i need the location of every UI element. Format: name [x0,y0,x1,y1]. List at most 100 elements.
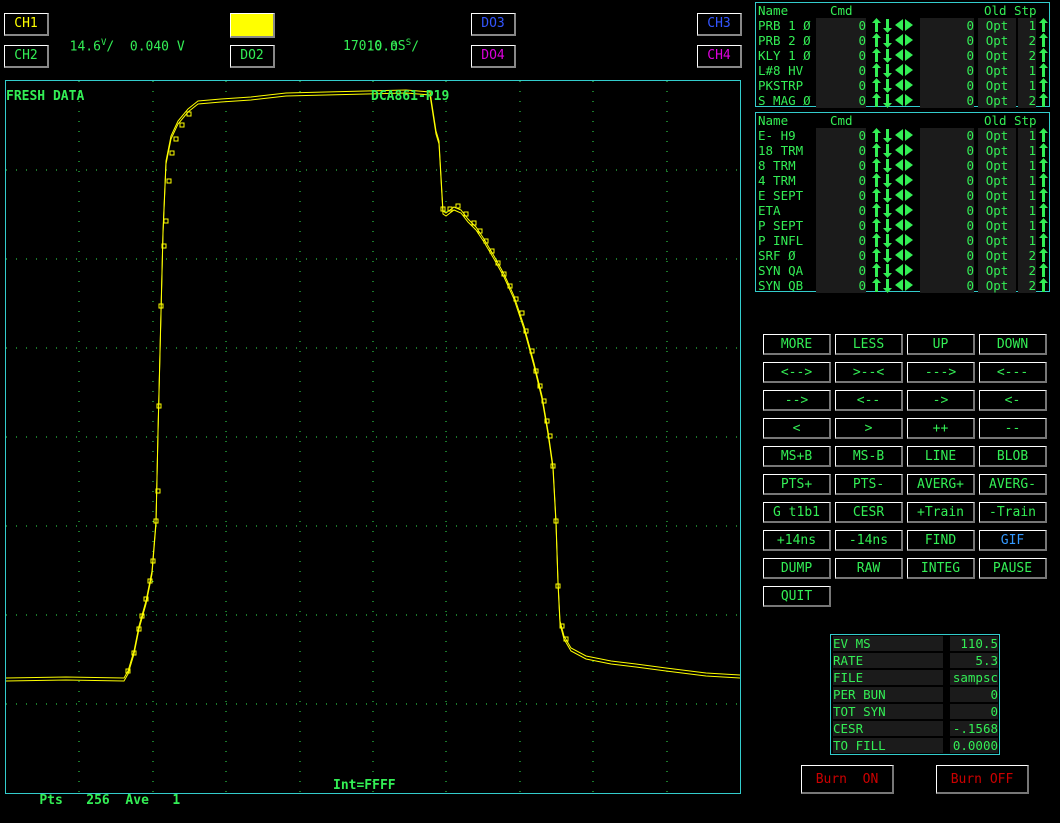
btn-minusgt-2-2[interactable]: -> [907,390,975,411]
btn-ltminusminusgt-1-0[interactable]: <--> [763,362,831,383]
knob-type-text[interactable]: Opt [978,128,1016,143]
knob-row[interactable]: SYN QB 0 0 Opt 2 [756,278,1049,293]
knob-type-text[interactable]: Opt [978,278,1016,293]
decrement-arrow-icon[interactable] [883,94,892,111]
knob-row[interactable]: SRF Ø 0 0 Opt 2 [756,248,1049,263]
step-left-icon[interactable] [895,93,903,110]
do4-button[interactable]: DO4 [471,45,516,68]
knob-cmd-value[interactable]: 0 [816,203,866,218]
knob-type-text[interactable]: Opt [978,203,1016,218]
knob-row[interactable]: KLY 1 Ø 0 0 Opt 2 [756,48,1049,63]
ch2-button[interactable]: CH2 [4,45,49,68]
btn-gt1b1-6-0[interactable]: G t1b1 [763,502,831,523]
knob-row[interactable]: 8 TRM 0 0 Opt 1 [756,158,1049,173]
knob-step-size[interactable]: 1 [1018,188,1036,203]
knob-cmd-value[interactable]: 0 [816,128,866,143]
knob-step-size[interactable]: 2 [1018,33,1036,48]
btn-msplusb-4-0[interactable]: MS+B [763,446,831,467]
do2-button[interactable]: DO2 [230,45,275,68]
btn-gif-7-3[interactable]: GIF [979,530,1047,551]
knob-type-text[interactable]: Opt [978,143,1016,158]
knob-type-text[interactable]: Opt [978,93,1016,108]
decrement-arrow-icon[interactable] [883,279,892,296]
btn-ptsplus-5-0[interactable]: PTS+ [763,474,831,495]
btn-ptsminus-5-1[interactable]: PTS- [835,474,903,495]
btn-blob-4-3[interactable]: BLOB [979,446,1047,467]
knob-cmd-value[interactable]: 0 [816,173,866,188]
step-right-icon[interactable] [905,93,913,110]
knob-type-text[interactable]: Opt [978,248,1016,263]
knob-step-size[interactable]: 1 [1018,18,1036,33]
knob-row[interactable]: ETA 0 0 Opt 1 [756,203,1049,218]
knob-row[interactable]: P INFL 0 0 Opt 1 [756,233,1049,248]
knob-cmd-value[interactable]: 0 [816,18,866,33]
btn-lt-3-0[interactable]: < [763,418,831,439]
increment-arrow-icon[interactable] [872,278,881,295]
knob-type-text[interactable]: Opt [978,48,1016,63]
knob-step-size[interactable]: 2 [1018,93,1036,108]
step-up-arrow-icon[interactable] [1039,278,1048,295]
knob-cmd-value[interactable]: 0 [816,248,866,263]
knob-cmd-value[interactable]: 0 [816,78,866,93]
knob-step-size[interactable]: 1 [1018,203,1036,218]
knob-step-size[interactable]: 1 [1018,218,1036,233]
btn-gt-3-1[interactable]: > [835,418,903,439]
btn-line-4-2[interactable]: LINE [907,446,975,467]
knob-cmd-value[interactable]: 0 [816,188,866,203]
knob-row[interactable]: SYN QA 0 0 Opt 2 [756,263,1049,278]
step-up-arrow-icon[interactable] [1039,93,1048,110]
btn-minusminusminusgt-1-2[interactable]: ---> [907,362,975,383]
btn-plusplus-3-2[interactable]: ++ [907,418,975,439]
knob-row[interactable]: PRB 2 Ø 0 0 Opt 2 [756,33,1049,48]
knob-cmd-value[interactable]: 0 [816,233,866,248]
btn-plus14ns-7-0[interactable]: +14ns [763,530,831,551]
btn-ltminusminusminus-1-3[interactable]: <--- [979,362,1047,383]
knob-cmd-value[interactable]: 0 [816,263,866,278]
btn-minustrain-6-3[interactable]: -Train [979,502,1047,523]
knob-step-size[interactable]: 2 [1018,278,1036,293]
knob-row[interactable]: 18 TRM 0 0 Opt 1 [756,143,1049,158]
trace-color-swatch[interactable] [230,13,275,38]
btn-minus14ns-7-1[interactable]: -14ns [835,530,903,551]
btn-msminusb-4-1[interactable]: MS-B [835,446,903,467]
btn-plustrain-6-2[interactable]: +Train [907,502,975,523]
knob-cmd-value[interactable]: 0 [816,63,866,78]
knob-type-text[interactable]: Opt [978,18,1016,33]
knob-row[interactable]: E SEPT 0 0 Opt 1 [756,188,1049,203]
btn-cesr-6-1[interactable]: CESR [835,502,903,523]
scope-display[interactable]: FRESH DATA DCA861-P19 Pts 256 Ave 1 Int=… [5,80,741,808]
knob-row[interactable]: P SEPT 0 0 Opt 1 [756,218,1049,233]
knob-cmd-value[interactable]: 0 [816,158,866,173]
step-left-icon[interactable] [895,278,903,295]
knob-row[interactable]: PKSTRP 0 0 Opt 1 [756,78,1049,93]
knob-step-size[interactable]: 2 [1018,248,1036,263]
knob-step-size[interactable]: 1 [1018,173,1036,188]
btn-less-0-1[interactable]: LESS [835,334,903,355]
btn-quit-9-0[interactable]: QUIT [763,586,831,607]
knob-cmd-value[interactable]: 0 [816,218,866,233]
knob-type-text[interactable]: Opt [978,188,1016,203]
btn-raw-8-1[interactable]: RAW [835,558,903,579]
knob-row[interactable]: L#8 HV 0 0 Opt 1 [756,63,1049,78]
btn-ltminusminus-2-1[interactable]: <-- [835,390,903,411]
knob-step-size[interactable]: 1 [1018,78,1036,93]
knob-cmd-value[interactable]: 0 [816,33,866,48]
knob-cmd-value[interactable]: 0 [816,143,866,158]
knob-step-size[interactable]: 2 [1018,48,1036,63]
btn-dump-8-0[interactable]: DUMP [763,558,831,579]
knob-row[interactable]: PRB 1 Ø 0 0 Opt 1 [756,18,1049,33]
knob-type-text[interactable]: Opt [978,33,1016,48]
knob-cmd-value[interactable]: 0 [816,48,866,63]
knob-step-size[interactable]: 1 [1018,143,1036,158]
step-right-icon[interactable] [905,278,913,295]
ch3-button[interactable]: CH3 [697,13,742,36]
knob-step-size[interactable]: 1 [1018,233,1036,248]
btn-down-0-3[interactable]: DOWN [979,334,1047,355]
knob-step-size[interactable]: 1 [1018,63,1036,78]
btn-ltminus-2-3[interactable]: <- [979,390,1047,411]
btn-avergminus-5-3[interactable]: AVERG- [979,474,1047,495]
knob-cmd-value[interactable]: 0 [816,278,866,293]
btn-find-7-2[interactable]: FIND [907,530,975,551]
knob-row[interactable]: E- H9 0 0 Opt 1 [756,128,1049,143]
btn-minusminus-3-3[interactable]: -- [979,418,1047,439]
